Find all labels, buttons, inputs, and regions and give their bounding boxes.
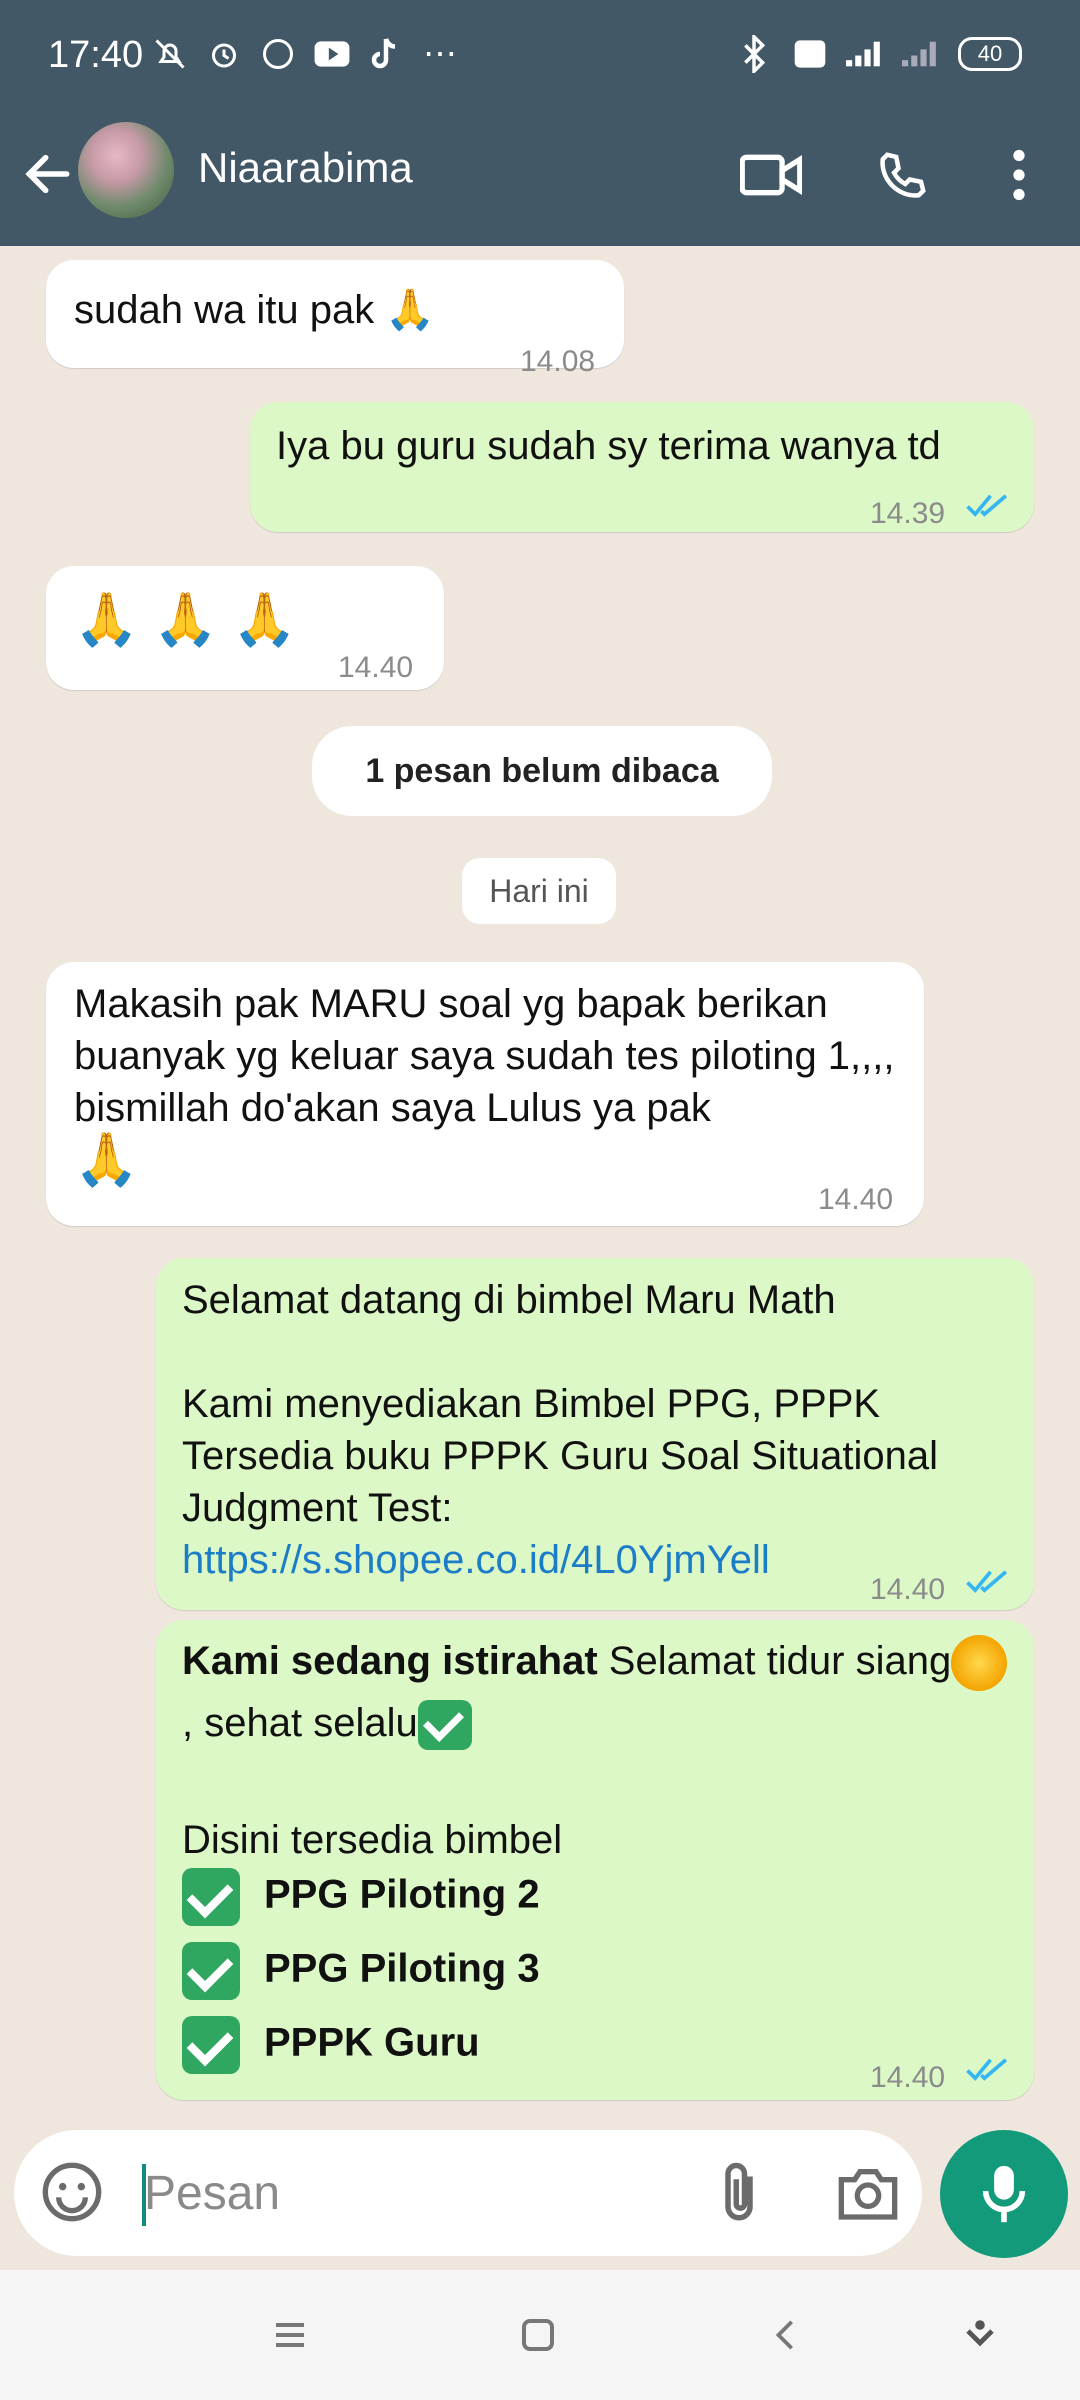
message-subtitle: Disini tersedia bimbel: [182, 1818, 563, 1862]
list-item: PPG Piloting 2: [182, 1868, 540, 1942]
notification-icons: ⋯: [150, 34, 460, 74]
message-text: Iya bu guru sudah sy terima wanya td: [276, 424, 941, 468]
read-ticks-icon: [966, 1570, 1008, 1593]
chat-header: Niaarabima: [0, 116, 1080, 246]
contact-name[interactable]: Niaarabima: [198, 144, 413, 192]
signal-icon: [846, 34, 886, 74]
more-notifications-icon: ⋯: [423, 35, 457, 73]
message-bubble-outgoing[interactable]: Kami sedang istirahat Selamat tidur sian…: [156, 1620, 1034, 2100]
check-emoji-icon: [182, 1868, 240, 1926]
check-emoji-icon: [182, 2016, 240, 2074]
home-icon[interactable]: [508, 2310, 568, 2360]
system-icons: 40: [734, 34, 1022, 74]
bimbel-list: PPG Piloting 2 PPG Piloting 3 PPPK Guru: [182, 1868, 540, 2090]
message-input-box[interactable]: Pesan: [14, 2130, 922, 2256]
system-navigation-bar: [0, 2270, 1080, 2400]
sun-emoji-icon: [951, 1635, 1008, 1692]
alarm-icon: [204, 34, 244, 74]
contact-avatar[interactable]: [78, 122, 174, 218]
mute-bell-icon: [150, 34, 190, 74]
message-time: 14.39: [870, 497, 946, 530]
check-emoji-icon: [182, 1942, 240, 2000]
status-bar: 17:40 ⋯ 40: [0, 0, 1080, 116]
message-bubble-outgoing[interactable]: Iya bu guru sudah sy terima wanya td 14.…: [250, 402, 1034, 532]
message-text: Selamat datang di bimbel Maru Math Kami …: [182, 1278, 938, 1582]
microphone-button[interactable]: [940, 2130, 1068, 2258]
microphone-icon: [982, 2165, 1026, 2223]
read-ticks-icon: [966, 2058, 1008, 2081]
status-time: 17:40: [48, 34, 144, 76]
message-text: 🙏 🙏 🙏: [74, 591, 298, 649]
attach-icon[interactable]: [714, 2160, 764, 2231]
message-text: Kami sedang istirahat Selamat tidur sian…: [182, 1630, 1014, 1754]
read-ticks-icon: [966, 494, 1008, 517]
assistant-icon[interactable]: [950, 2310, 1010, 2360]
whatsapp-icon: [258, 34, 298, 74]
list-item: PPPK Guru: [182, 2016, 540, 2090]
message-bubble-incoming[interactable]: Makasih pak MARU soal yg bapak berikan b…: [46, 962, 924, 1226]
message-time: 14.40: [870, 2061, 946, 2094]
chat-area[interactable]: sudah wa itu pak 🙏 14.08 Iya bu guru sud…: [0, 246, 1080, 2126]
back-nav-icon[interactable]: [756, 2310, 816, 2360]
bluetooth-icon: [734, 34, 774, 74]
message-time: 14.08: [520, 345, 596, 378]
message-input-bar: Pesan: [0, 2126, 1080, 2270]
emoji-icon[interactable]: [40, 2160, 104, 2229]
message-text: sudah wa itu pak 🙏: [74, 288, 436, 332]
youtube-icon: [312, 34, 352, 74]
shopee-link[interactable]: https://s.shopee.co.id/4L0YjmYell: [182, 1538, 770, 1582]
back-arrow-icon[interactable]: [20, 146, 80, 206]
tiktok-icon: [366, 34, 406, 74]
message-text: Makasih pak MARU soal yg bapak berikan b…: [74, 982, 895, 1189]
recents-menu-icon[interactable]: [260, 2310, 320, 2360]
message-time: 14.40: [818, 1183, 894, 1216]
message-bubble-incoming[interactable]: sudah wa itu pak 🙏 14.08: [46, 260, 624, 378]
video-call-icon[interactable]: [736, 140, 806, 210]
message-time: 14.40: [870, 1573, 946, 1606]
camera-icon[interactable]: [836, 2164, 900, 2227]
message-time: 14.40: [338, 651, 414, 684]
message-bubble-incoming[interactable]: 🙏 🙏 🙏 14.40: [46, 566, 444, 690]
check-emoji-icon: [417, 1700, 472, 1751]
message-input-placeholder[interactable]: Pesan: [144, 2166, 280, 2221]
date-chip: Hari ini: [462, 858, 616, 924]
unread-messages-notice: 1 pesan belum dibaca: [312, 726, 772, 816]
volte-icon: [790, 34, 830, 74]
battery-indicator: 40: [958, 37, 1022, 71]
more-options-icon[interactable]: [984, 140, 1054, 210]
list-item: PPG Piloting 3: [182, 1942, 540, 2016]
message-bubble-outgoing[interactable]: Selamat datang di bimbel Maru Math Kami …: [156, 1258, 1034, 1610]
top-bar: 17:40 ⋯ 40 Niaarabima: [0, 0, 1080, 246]
phone-call-icon[interactable]: [868, 140, 938, 210]
signal-4g-icon: [902, 34, 942, 74]
